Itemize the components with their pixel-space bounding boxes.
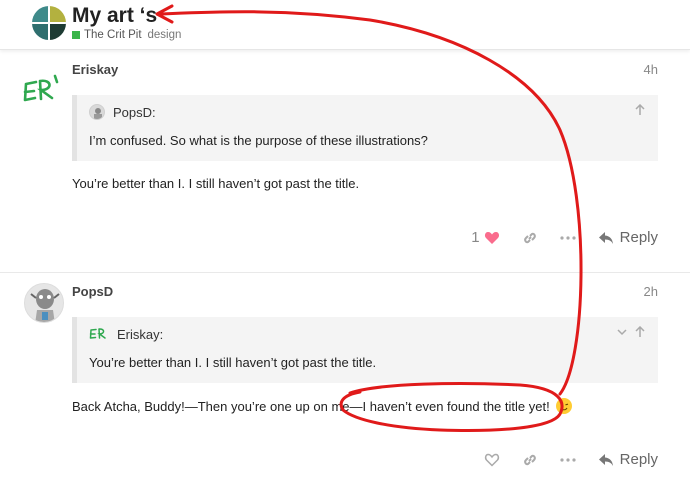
quote-text: You’re better than I. I still haven’t go… xyxy=(89,355,377,370)
post-username[interactable]: PopsD xyxy=(72,284,113,299)
link-icon[interactable] xyxy=(522,230,538,246)
heart-icon xyxy=(484,231,499,244)
post-username[interactable]: Eriskay xyxy=(72,62,118,77)
reply-button[interactable]: Reply xyxy=(598,451,658,468)
category-color-badge xyxy=(72,31,80,39)
like-count: 1 xyxy=(471,229,480,246)
winking-face-emoji-icon xyxy=(556,398,573,414)
post-body: You’re better than I. I still haven’t go… xyxy=(72,176,360,191)
more-options-icon[interactable] xyxy=(560,235,576,240)
post-date[interactable]: 2h xyxy=(644,284,658,299)
topic-header: My art ‘s The Crit Pit design xyxy=(0,0,690,50)
more-options-icon[interactable] xyxy=(560,457,576,462)
like-button[interactable]: 1 xyxy=(471,229,499,246)
quote-controls xyxy=(634,103,646,119)
like-button[interactable] xyxy=(484,453,500,467)
reply-button[interactable]: Reply xyxy=(598,229,658,246)
category-row: The Crit Pit design xyxy=(72,29,181,41)
er-logo-quote-icon xyxy=(89,328,106,339)
arrow-up-icon[interactable] xyxy=(634,325,646,341)
quote-author: Eriskay: xyxy=(117,326,164,342)
quote-block: Eriskay: You’re better than I. I still h… xyxy=(72,317,658,383)
site-logo[interactable] xyxy=(32,6,66,40)
reply-icon xyxy=(598,231,613,244)
post-date[interactable]: 4h xyxy=(644,62,658,77)
topic-title[interactable]: My art ‘s xyxy=(72,4,157,28)
post-actions: Reply xyxy=(462,451,658,468)
quote-text: I’m confused. So what is the purpose of … xyxy=(89,133,428,148)
reply-icon xyxy=(598,453,613,466)
cartoon-avatar-icon[interactable] xyxy=(24,283,64,323)
quote-controls xyxy=(616,325,646,341)
quote-author: PopsD: xyxy=(113,104,156,120)
post-body: Back Atcha, Buddy!—Then you’re one up on… xyxy=(72,398,573,414)
quote-block: PopsD: I’m confused. So what is the purp… xyxy=(72,95,658,161)
link-icon[interactable] xyxy=(522,452,538,468)
post-eriskay: Eriskay 4h PopsD: I’m confused. So what … xyxy=(0,54,690,270)
arrow-up-icon[interactable] xyxy=(634,103,646,119)
chevron-down-icon[interactable] xyxy=(616,326,628,341)
reply-label: Reply xyxy=(619,229,658,246)
reply-label: Reply xyxy=(619,451,658,468)
quote-header: Eriskay: xyxy=(89,326,163,342)
quote-header: PopsD: xyxy=(89,104,156,120)
heart-outline-icon xyxy=(484,453,499,467)
post-popsd: PopsD 2h Eriskay: You’re better than I. … xyxy=(0,272,690,491)
tag-link[interactable]: design xyxy=(148,29,182,41)
category-link[interactable]: The Crit Pit xyxy=(84,29,142,41)
post-body-text: Back Atcha, Buddy!—Then you’re one up on… xyxy=(72,399,550,414)
quote-avatar-icon xyxy=(89,104,105,120)
post-actions: 1 Reply xyxy=(449,229,658,246)
er-logo-avatar-icon[interactable] xyxy=(22,70,62,110)
